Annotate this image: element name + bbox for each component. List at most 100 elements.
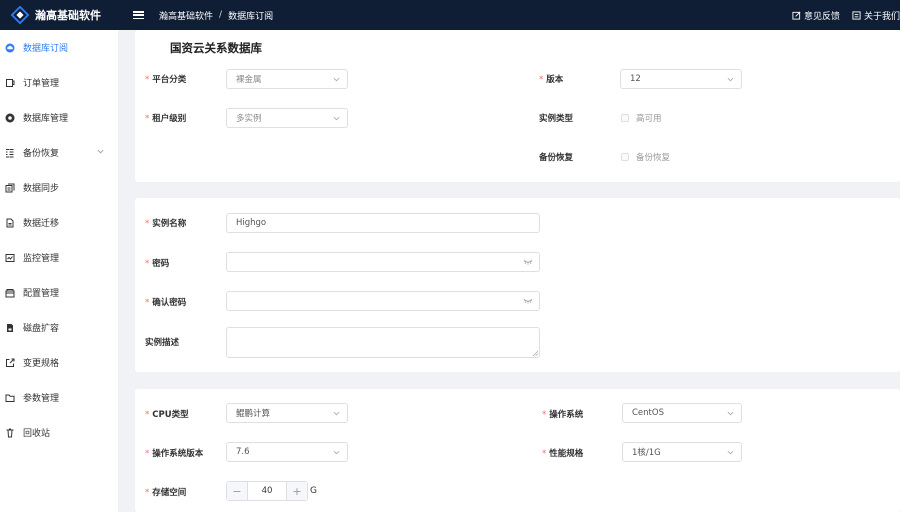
tenant-label: * 租户级别 [145, 114, 187, 124]
version-select[interactable]: 12 [620, 69, 742, 89]
description-textarea[interactable] [226, 327, 540, 358]
breadcrumb-home[interactable]: 瀚高基础软件 [159, 9, 213, 22]
config-icon [5, 288, 15, 298]
sync-icon [5, 183, 15, 193]
chevron-down-icon[interactable] [97, 148, 104, 155]
eye-closed-icon[interactable] [523, 259, 533, 265]
menu-toggle-icon[interactable] [133, 11, 144, 19]
trash-icon [5, 428, 15, 438]
sidebar-item-orders[interactable]: 订单管理 [0, 65, 118, 100]
sidebar-item-label: 数据迁移 [23, 219, 60, 229]
os-version-select[interactable]: 7.6 [226, 442, 348, 462]
chevron-down-icon [727, 411, 734, 416]
checkbox-box[interactable] [621, 153, 629, 161]
resize-handle-icon[interactable] [532, 350, 538, 356]
chevron-down-icon [727, 77, 734, 82]
disk-icon [5, 323, 15, 333]
sidebar-item-config[interactable]: 配置管理 [0, 275, 118, 310]
folder-icon [5, 393, 15, 403]
breadcrumb: 瀚高基础软件 / 数据库订阅 [159, 9, 273, 22]
sidebar-item-label: 变更规格 [23, 359, 60, 369]
backup-checkbox[interactable]: 备份恢复 [621, 151, 670, 163]
description-label: 实例描述 [145, 338, 180, 348]
chevron-down-icon [333, 450, 340, 455]
sidebar-item-db-manage[interactable]: 数据库管理 [0, 100, 118, 135]
sidebar-item-monitor[interactable]: 监控管理 [0, 240, 118, 275]
name-label: * 实例名称 [145, 219, 187, 229]
resource-config-card: * CPU类型 鲲鹏计算 * 操作系统 CentOS * 操作系统版本 7.6 * 性能… [135, 389, 900, 512]
database-icon [5, 113, 15, 123]
storage-value[interactable]: 40 [247, 482, 287, 500]
storage-stepper[interactable]: − 40 + [226, 481, 308, 501]
feedback-link[interactable]: 意见反馈 [792, 9, 840, 22]
sidebar-item-migrate[interactable]: 数据迁移 [0, 205, 118, 240]
spec-select[interactable]: 1核/1G [622, 442, 742, 462]
os-label: * 操作系统 [542, 410, 584, 420]
platform-label: * 平台分类 [145, 75, 187, 85]
sidebar-item-disk[interactable]: 磁盘扩容 [0, 310, 118, 345]
feedback-label: 意见反馈 [803, 11, 840, 22]
version-label: * 版本 [539, 75, 564, 85]
backup-icon [5, 148, 15, 158]
about-link[interactable]: 关于我们 [852, 9, 900, 22]
page-title: 国资云关系数据库 [170, 41, 262, 55]
cloud-icon [5, 43, 15, 53]
sidebar-item-label: 备份恢复 [23, 149, 60, 159]
app-logo[interactable]: 瀚高基础软件 [0, 0, 118, 30]
confirm-password-label: * 确认密码 [145, 298, 187, 308]
sidebar-item-params[interactable]: 参数管理 [0, 380, 118, 415]
os-version-label: * 操作系统版本 [145, 449, 204, 459]
top-header: 瀚高基础软件 瀚高基础软件 / 数据库订阅 意见反馈 关于我们 [0, 0, 900, 30]
sidebar-item-label: 订单管理 [23, 79, 60, 89]
sidebar-item-label: 配置管理 [23, 289, 60, 299]
diamond-logo-icon [11, 6, 29, 24]
migrate-icon [5, 218, 15, 228]
sidebar: 数据库订阅 订单管理 数据库管理 备份恢复 数据同步 数据迁移 监控管理 配置管… [0, 30, 118, 512]
info-icon [852, 10, 861, 20]
password-input[interactable] [226, 252, 540, 272]
os-select[interactable]: CentOS [622, 403, 742, 423]
ha-checkbox[interactable]: 高可用 [621, 112, 662, 124]
platform-select[interactable]: 裸金属 [226, 69, 348, 89]
sidebar-item-label: 数据同步 [23, 184, 60, 194]
checkbox-box[interactable] [621, 114, 629, 122]
instance-type-label: 实例类型 [539, 114, 574, 124]
sidebar-item-label: 数据库管理 [23, 114, 69, 124]
chevron-down-icon [333, 116, 340, 121]
resize-icon [5, 358, 15, 368]
monitor-icon [5, 253, 15, 263]
sidebar-item-db-subscribe[interactable]: 数据库订阅 [0, 30, 118, 65]
chevron-down-icon [333, 77, 340, 82]
instance-info-card: * 实例名称 Highgo * 密码 * 确认密码 实例描述 [135, 198, 900, 372]
breadcrumb-current: 数据库订阅 [228, 11, 274, 22]
tenant-select[interactable]: 多实例 [226, 108, 348, 128]
spec-label: * 性能规格 [542, 449, 584, 459]
edit-icon [792, 11, 801, 20]
sidebar-item-trash[interactable]: 回收站 [0, 415, 118, 450]
storage-unit: G [310, 486, 317, 496]
breadcrumb-separator: / [219, 10, 223, 20]
eye-closed-icon[interactable] [523, 298, 533, 304]
increment-button[interactable]: + [287, 482, 307, 500]
storage-label: * 存储空间 [145, 488, 187, 498]
chevron-down-icon [333, 411, 340, 416]
decrement-button[interactable]: − [227, 482, 247, 500]
sidebar-item-sync[interactable]: 数据同步 [0, 170, 118, 205]
sidebar-item-label: 磁盘扩容 [23, 324, 60, 334]
chevron-down-icon [727, 450, 734, 455]
basic-config-card: 国资云关系数据库 * 平台分类 裸金属 * 版本 12 * 租户级别 多实例 实例类型… [135, 30, 900, 182]
about-label: 关于我们 [863, 11, 900, 22]
password-label: * 密码 [145, 259, 170, 269]
backup-label: 备份恢复 [539, 153, 574, 163]
cpu-select[interactable]: 鲲鹏计算 [226, 403, 348, 423]
cpu-label: * CPU类型 [145, 410, 189, 420]
confirm-password-input[interactable] [226, 291, 540, 311]
order-icon [5, 78, 15, 88]
sidebar-item-resize[interactable]: 变更规格 [0, 345, 118, 380]
sidebar-item-label: 参数管理 [23, 394, 60, 404]
app-name: 瀚高基础软件 [35, 9, 101, 22]
sidebar-item-backup[interactable]: 备份恢复 [0, 135, 118, 170]
sidebar-item-label: 回收站 [23, 429, 51, 439]
sidebar-item-label: 监控管理 [23, 254, 60, 264]
instance-name-input[interactable]: Highgo [226, 213, 540, 233]
